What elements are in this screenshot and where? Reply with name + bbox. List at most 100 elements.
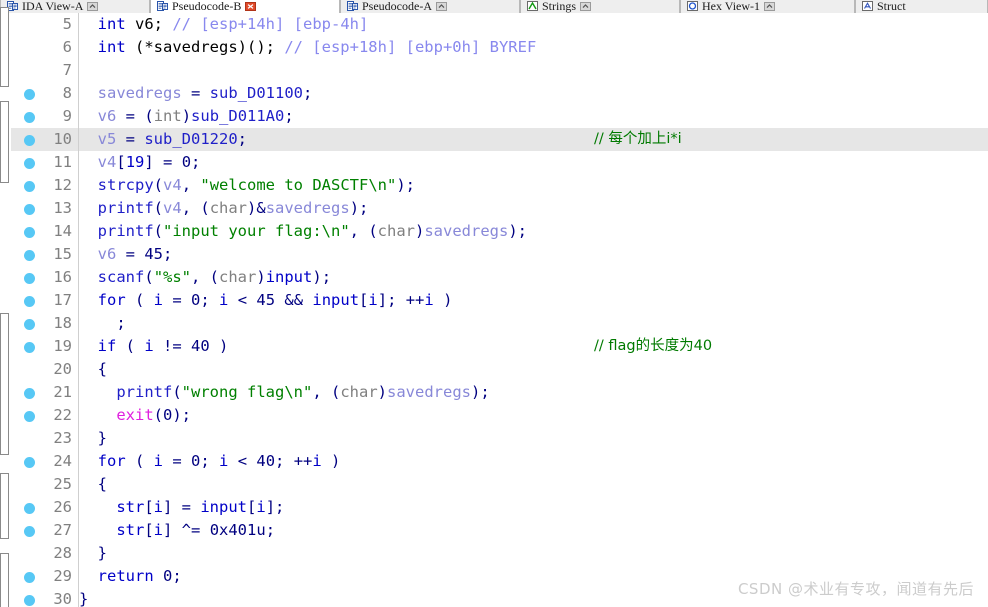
gutter-row[interactable]: 28 — [11, 542, 78, 565]
gutter-row[interactable]: 11 — [11, 151, 78, 174]
gutter-row[interactable]: 26 — [11, 496, 78, 519]
code-line[interactable]: } — [79, 427, 988, 450]
minimize-icon[interactable] — [764, 1, 776, 11]
code-line[interactable] — [79, 59, 988, 82]
code-line[interactable]: { — [79, 473, 988, 496]
breakpoint-dot-icon[interactable] — [24, 595, 35, 606]
code-text-area[interactable]: int v6; // [esp+14h] [ebp-4h] int (*save… — [79, 13, 988, 607]
code-line[interactable]: int (*savedregs)(); // [esp+18h] [ebp+0h… — [79, 36, 988, 59]
code-line[interactable]: } — [79, 542, 988, 565]
breakpoint-dot-icon[interactable] — [24, 273, 35, 284]
code-token: return — [97, 567, 154, 585]
gutter-row[interactable]: 20 — [11, 358, 78, 381]
tab-struct[interactable]: Struct — [855, 0, 988, 13]
line-number: 19 — [53, 337, 72, 355]
code-token: for — [97, 291, 126, 309]
breakpoint-dot-icon[interactable] — [24, 89, 35, 100]
code-line[interactable]: if ( i != 40 ) // flag的长度为40 — [79, 335, 988, 358]
gutter-row[interactable]: 9 — [11, 105, 78, 128]
code-line[interactable]: v6 = 45; — [79, 243, 988, 266]
gutter-row[interactable]: 17 — [11, 289, 78, 312]
breakpoint-dot-icon[interactable] — [24, 227, 35, 238]
gutter-row[interactable]: 24 — [11, 450, 78, 473]
breakpoint-dot-icon[interactable] — [24, 135, 35, 146]
code-line[interactable]: str[i] ^= 0x401u; — [79, 519, 988, 542]
gutter-row[interactable]: 25 — [11, 473, 78, 496]
gutter-row[interactable]: 27 — [11, 519, 78, 542]
code-line[interactable]: printf(v4, (char)&savedregs); — [79, 197, 988, 220]
breakpoint-dot-icon[interactable] — [24, 250, 35, 261]
tab-ida-view-a[interactable]: IDA View-A — [0, 0, 150, 13]
code-token: = — [116, 245, 145, 263]
code-line[interactable]: printf("wrong flag\n", (char)savedregs); — [79, 381, 988, 404]
gutter-row[interactable]: 6 — [11, 36, 78, 59]
gutter-row[interactable]: 19 — [11, 335, 78, 358]
gutter-row[interactable]: 13 — [11, 197, 78, 220]
code-line[interactable]: for ( i = 0; i < 45 && input[i]; ++i ) — [79, 289, 988, 312]
gutter-row[interactable]: 14 — [11, 220, 78, 243]
code-line[interactable]: for ( i = 0; i < 40; ++i ) — [79, 450, 988, 473]
gutter-row[interactable]: 30 — [11, 588, 78, 607]
code-line[interactable]: printf("input your flag:\n", (char)saved… — [79, 220, 988, 243]
line-number: 23 — [53, 429, 72, 447]
gutter-row[interactable]: 15 — [11, 243, 78, 266]
code-line[interactable]: ; — [79, 312, 988, 335]
code-token: 0 — [181, 153, 192, 171]
gutter-row[interactable]: 22 — [11, 404, 78, 427]
code-token: ); — [396, 176, 415, 194]
tab-hex-view-1[interactable]: Hex View-1 — [680, 0, 855, 13]
code-line[interactable]: { — [79, 358, 988, 381]
breakpoint-dot-icon[interactable] — [24, 526, 35, 537]
gutter-row[interactable]: 29 — [11, 565, 78, 588]
minimize-icon[interactable] — [87, 1, 99, 11]
breakpoint-dot-icon[interactable] — [24, 158, 35, 169]
tab-strings[interactable]: Strings — [520, 0, 680, 13]
breakpoint-dot-icon[interactable] — [24, 112, 35, 123]
code-line[interactable]: strcpy(v4, "welcome to DASCTF\n"); — [79, 174, 988, 197]
gutter-row[interactable]: 10 — [11, 128, 78, 151]
gutter-row[interactable]: 16 — [11, 266, 78, 289]
breakpoint-dot-icon[interactable] — [24, 411, 35, 422]
code-token: int — [97, 38, 126, 56]
view-tab-bar[interactable]: IDA View-A Pseudocode-B Pseudocode-A String… — [0, 0, 988, 14]
tab-pseudocode-a[interactable]: Pseudocode-A — [340, 0, 520, 13]
code-line[interactable]: str[i] = input[i]; — [79, 496, 988, 519]
breakpoint-dot-icon[interactable] — [24, 572, 35, 583]
breakpoint-dot-icon[interactable] — [24, 388, 35, 399]
code-token: } — [79, 590, 89, 607]
gutter-row[interactable]: 5 — [11, 13, 78, 36]
line-number-gutter[interactable]: 5 6 7 8 9 10 11 12 13 14 15 16 17 18 19 20 21 22 23 24 25 26 2… — [11, 13, 79, 607]
minimize-icon[interactable] — [580, 1, 592, 11]
gutter-row[interactable]: 18 — [11, 312, 78, 335]
gutter-row[interactable]: 12 — [11, 174, 78, 197]
code-line[interactable]: v6 = (int)sub_D011A0; — [79, 105, 988, 128]
user-comment[interactable]: // 每个加上i*i — [594, 128, 682, 151]
breakpoint-dot-icon[interactable] — [24, 204, 35, 215]
breakpoint-dot-icon[interactable] — [24, 296, 35, 307]
user-comment[interactable]: // flag的长度为40 — [594, 335, 712, 358]
code-token: = — [116, 107, 145, 125]
breakpoint-dot-icon[interactable] — [24, 181, 35, 192]
minimize-icon[interactable] — [435, 1, 447, 11]
gutter-row[interactable]: 23 — [11, 427, 78, 450]
gutter-row[interactable]: 7 — [11, 59, 78, 82]
code-line[interactable]: v4[19] = 0; — [79, 151, 988, 174]
breakpoint-dot-icon[interactable] — [24, 342, 35, 353]
code-line[interactable]: v5 = sub_D01220; // 每个加上i*i — [79, 128, 988, 151]
tab-pseudocode-b[interactable]: Pseudocode-B — [150, 0, 340, 13]
code-line[interactable]: exit(0); — [79, 404, 988, 427]
close-icon[interactable] — [245, 1, 257, 11]
breakpoint-dot-icon[interactable] — [24, 457, 35, 468]
pseudocode-editor[interactable]: 5 6 7 8 9 10 11 12 13 14 15 16 17 18 19 20 21 22 23 24 25 26 2… — [0, 7, 988, 607]
gutter-row[interactable]: 21 — [11, 381, 78, 404]
gutter-row[interactable]: 8 — [11, 82, 78, 105]
breakpoint-dot-icon[interactable] — [24, 503, 35, 514]
code-line[interactable]: savedregs = sub_D01100; — [79, 82, 988, 105]
code-line[interactable]: int v6; // [esp+14h] [ebp-4h] — [79, 13, 988, 36]
code-token: ( — [125, 452, 154, 470]
breakpoint-dot-icon[interactable] — [24, 319, 35, 330]
code-line[interactable]: scanf("%s", (char)input); — [79, 266, 988, 289]
